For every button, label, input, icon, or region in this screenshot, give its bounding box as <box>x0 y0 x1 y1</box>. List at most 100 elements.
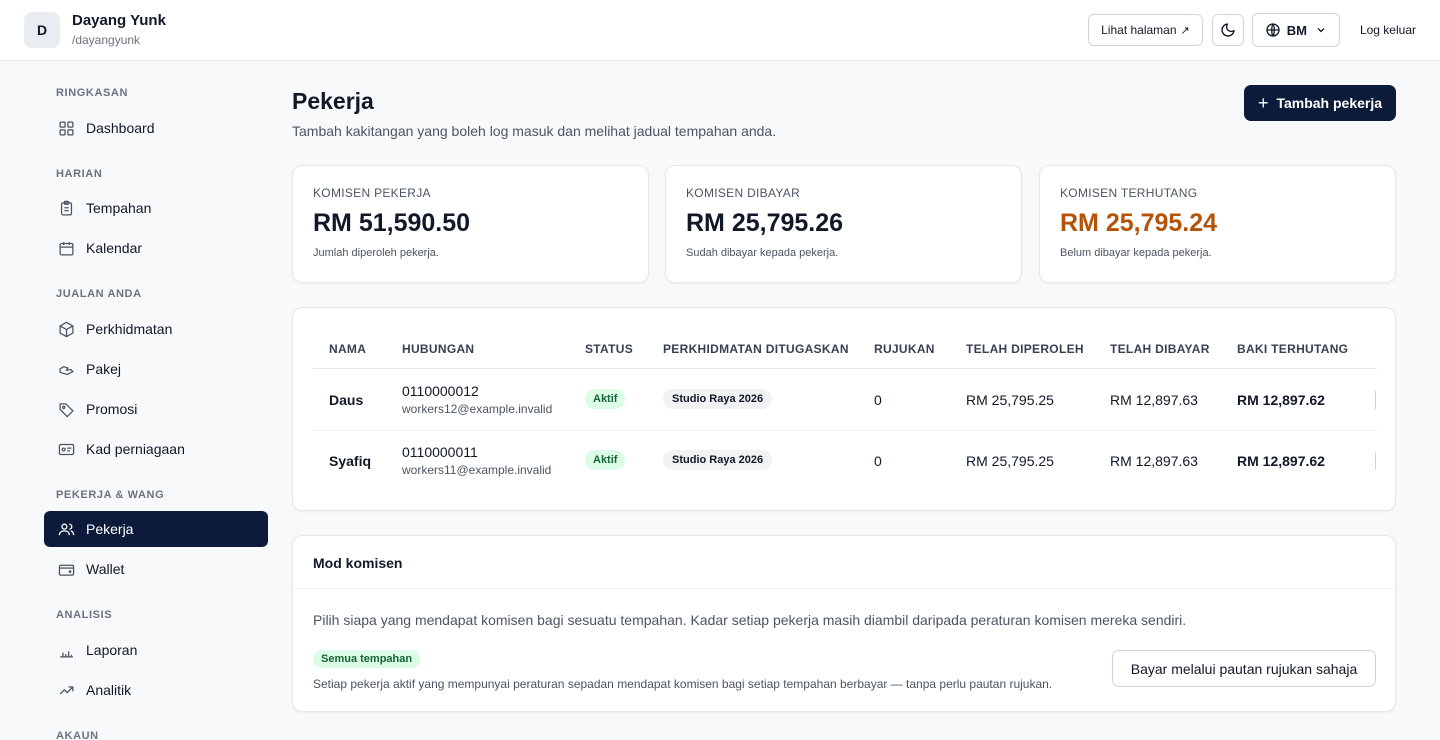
sidebar-section-title: RINGKASAN <box>56 87 129 99</box>
stat-value: RM 51,590.50 <box>313 209 471 237</box>
worker-name[interactable]: Daus <box>329 392 363 408</box>
hand-icon <box>57 360 75 378</box>
worker-email: workers11@example.invalid <box>402 463 552 477</box>
column-header-status[interactable]: STATUS <box>585 342 633 356</box>
sidebar-section-title: AKAUN <box>56 730 99 740</box>
language-select[interactable]: BM <box>1251 13 1340 47</box>
sidebar-item-label: Kad perniagaan <box>86 441 185 457</box>
stat-note: Belum dibayar kepada pekerja. <box>1060 247 1212 259</box>
sidebar-item-analytics[interactable]: Analitik <box>44 672 268 708</box>
box-icon <box>57 320 75 338</box>
header-actions: Lihat halaman ↗ BM Log keluar <box>1088 13 1416 47</box>
tag-icon <box>57 400 75 418</box>
row-actions-divider <box>1375 452 1376 470</box>
worker-email: workers12@example.invalid <box>402 402 553 416</box>
sidebar-section-title: PEKERJA & WANG <box>56 489 165 501</box>
sidebar-item-label: Pekerja <box>86 521 134 537</box>
sidebar: RINGKASAN Dashboard HARIAN Tempahan Kale… <box>0 61 290 740</box>
paid-amount: RM 12,897.63 <box>1110 392 1198 408</box>
workers-table: NAMA HUBUNGAN STATUS PERKHIDMATAN DITUGA… <box>292 307 1396 511</box>
stat-value: RM 25,795.26 <box>686 209 844 237</box>
sidebar-item-label: Kalendar <box>86 240 143 256</box>
referral-count: 0 <box>874 453 882 469</box>
wallet-icon <box>57 560 75 578</box>
clipboard-icon <box>57 199 75 217</box>
add-worker-button[interactable]: + Tambah pekerja <box>1244 85 1396 121</box>
sidebar-item-business-card[interactable]: Kad perniagaan <box>44 431 268 467</box>
balance-amount: RM 12,897.62 <box>1237 392 1325 408</box>
add-worker-label: Tambah pekerja <box>1276 95 1383 111</box>
earned-amount: RM 25,795.25 <box>966 453 1054 469</box>
column-header-name[interactable]: NAMA <box>329 342 366 356</box>
sidebar-item-bookings[interactable]: Tempahan <box>44 190 268 226</box>
worker-name[interactable]: Syafiq <box>329 453 371 469</box>
current-mode-note: Setiap pekerja aktif yang mempunyai pera… <box>313 677 1053 691</box>
sidebar-item-services[interactable]: Perkhidmatan <box>44 311 268 347</box>
sidebar-item-label: Promosi <box>86 401 138 417</box>
status-badge: Aktif <box>585 450 626 470</box>
top-header: D Dayang Yunk /dayangyunk Lihat halaman … <box>0 0 1440 61</box>
sidebar-item-wallet[interactable]: Wallet <box>44 551 268 587</box>
worker-phone: 0110000011 <box>402 444 478 460</box>
sidebar-item-packages[interactable]: Pakej <box>44 351 268 387</box>
sidebar-item-label: Pakej <box>86 361 122 377</box>
page-title: Pekerja <box>292 88 374 114</box>
calendar-icon <box>57 239 75 257</box>
column-header-balance[interactable]: BAKI TERHUTANG <box>1237 342 1348 356</box>
sidebar-item-label: Analitik <box>86 682 132 698</box>
sidebar-item-label: Dashboard <box>86 120 155 136</box>
id-card-icon <box>57 440 75 458</box>
view-page-label: Lihat halaman <box>1101 23 1177 37</box>
sidebar-section-title: JUALAN ANDA <box>56 288 142 300</box>
avatar[interactable]: D <box>24 12 60 48</box>
trend-icon <box>57 681 75 699</box>
column-header-services[interactable]: PERKHIDMATAN DITUGASKAN <box>663 342 849 356</box>
chevron-down-icon <box>1317 28 1325 33</box>
theme-toggle-button[interactable] <box>1211 14 1244 46</box>
divider <box>313 368 1377 369</box>
plus-icon: + <box>1257 93 1269 113</box>
balance-amount: RM 12,897.62 <box>1237 453 1325 469</box>
stat-card-owed-commission: KOMISEN TERHUTANG RM 25,795.24 Belum dib… <box>1039 165 1396 283</box>
earned-amount: RM 25,795.25 <box>966 392 1054 408</box>
bar-chart-icon <box>57 641 75 659</box>
commission-mode-card: Mod komisen Pilih siapa yang mendapat ko… <box>292 535 1396 712</box>
sidebar-item-reports[interactable]: Laporan <box>44 632 268 668</box>
sidebar-item-workers[interactable]: Pekerja <box>44 511 268 547</box>
row-actions-divider <box>1375 391 1376 409</box>
logout-link[interactable]: Log keluar <box>1360 23 1416 37</box>
divider <box>313 430 1377 431</box>
sidebar-item-calendar[interactable]: Kalendar <box>44 230 268 266</box>
stat-note: Sudah dibayar kepada pekerja. <box>686 247 839 259</box>
sidebar-section-title: ANALISIS <box>56 609 113 621</box>
globe-icon <box>1266 23 1280 37</box>
sidebar-item-dashboard[interactable]: Dashboard <box>44 110 268 146</box>
column-header-contact[interactable]: HUBUNGAN <box>402 342 474 356</box>
worker-phone: 0110000012 <box>402 383 479 399</box>
status-badge: Aktif <box>585 389 626 409</box>
grid-icon <box>57 119 75 137</box>
business-handle: /dayangyunk <box>72 33 141 47</box>
commission-mode-description: Pilih siapa yang mendapat komisen bagi s… <box>313 612 1187 628</box>
column-header-referrals[interactable]: RUJUKAN <box>874 342 935 356</box>
moon-icon <box>1221 23 1235 37</box>
business-name: Dayang Yunk <box>72 12 166 29</box>
service-badge: Studio Raya 2026 <box>663 450 773 470</box>
view-page-button[interactable]: Lihat halaman ↗ <box>1088 14 1203 46</box>
sidebar-item-label: Perkhidmatan <box>86 321 173 337</box>
commission-mode-title: Mod komisen <box>313 555 403 571</box>
sidebar-item-label: Laporan <box>86 642 138 658</box>
sidebar-item-label: Tempahan <box>86 200 152 216</box>
paid-amount: RM 12,897.63 <box>1110 453 1198 469</box>
referral-count: 0 <box>874 392 882 408</box>
stat-note: Jumlah diperoleh pekerja. <box>313 247 439 259</box>
referral-only-button[interactable]: Bayar melalui pautan rujukan sahaja <box>1112 650 1376 687</box>
external-link-icon: ↗ <box>1180 24 1190 37</box>
column-header-paid[interactable]: TELAH DIBAYAR <box>1110 342 1210 356</box>
stat-value: RM 25,795.24 <box>1060 209 1218 237</box>
sidebar-item-promotions[interactable]: Promosi <box>44 391 268 427</box>
sidebar-section-title: HARIAN <box>56 168 103 180</box>
language-value: BM <box>1286 22 1307 38</box>
column-header-earned[interactable]: TELAH DIPEROLEH <box>966 342 1084 356</box>
stat-card-paid-commission: KOMISEN DIBAYAR RM 25,795.26 Sudah dibay… <box>665 165 1022 283</box>
